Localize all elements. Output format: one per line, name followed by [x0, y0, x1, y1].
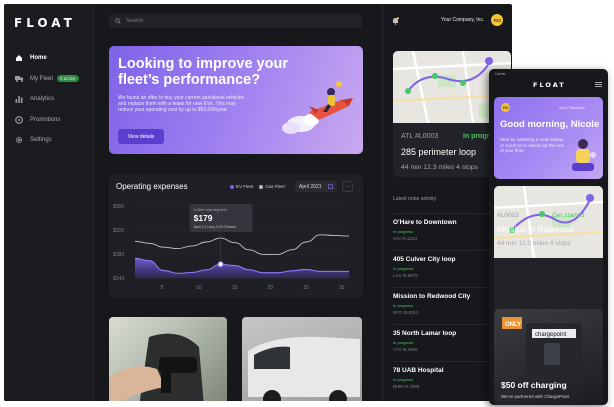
sidebar-item-my-fleet[interactable]: My Fleet 5 active [10, 69, 92, 89]
activity-title: O'Hare to Downtown [393, 219, 457, 226]
menu-icon[interactable] [595, 82, 602, 87]
avatar[interactable]: YCI [501, 103, 510, 112]
expenses-chart[interactable]: $360 $320 $180 $140 5 10 15 20 25 30 In fleet cost… [109, 174, 363, 298]
van-image [248, 336, 360, 401]
desktop-app: FLOAT Home My Fleet 5 active Analytics P… [4, 4, 512, 401]
mobile-app: Carrier FLOAT YCI San Francisco Good mor… [489, 69, 608, 405]
activity-status: In progress [393, 340, 414, 345]
promo-banner: Looking to improve your fleet’s performa… [109, 46, 363, 154]
y-tick-label: $140 [113, 276, 124, 282]
get-started-link[interactable]: Get started [552, 212, 584, 219]
x-tick-label: 15 [232, 285, 238, 291]
activity-code: CHI #L1234 [393, 236, 418, 241]
avatar[interactable]: YCI [491, 14, 503, 26]
activity-code: ATX #L3456 [393, 347, 418, 352]
promo-body: We found an offer to buy your current ga… [118, 95, 244, 114]
charging-station-image: ONLY chargepoint [502, 317, 582, 375]
route-name: Mission to Redwood [497, 224, 574, 234]
charging-promo-card[interactable]: ONLY chargepoint $50 off charging We've … [494, 309, 603, 405]
greeting-card: YCI San Francisco Good morning, Nicole S… [494, 97, 603, 179]
x-tick-label: 10 [196, 285, 202, 291]
sidebar-item-analytics[interactable]: Analytics [10, 89, 92, 109]
rocket-rider-illustration [282, 81, 353, 134]
city-label[interactable]: San Francisco [559, 105, 585, 110]
search-icon [115, 18, 121, 24]
y-tick-label: $180 [113, 252, 124, 258]
sidebar: FLOAT Home My Fleet 5 active Analytics P… [4, 4, 94, 401]
greeting-body: Start by selecting a route below, or scr… [500, 137, 564, 153]
y-tick-label: $320 [113, 228, 124, 234]
sidebar-item-label: Promotions [30, 116, 61, 123]
hover-point [217, 261, 224, 268]
company-name[interactable]: Your Company, Inc. [441, 17, 484, 23]
activity-code: LAX #L5678 [393, 273, 418, 278]
sidebar-item-label: Home [30, 55, 47, 61]
operating-expenses-card: Operating expenses EV Fleet Gas Fleet Ap… [109, 174, 363, 298]
route-id: ATL #L0003 [401, 133, 439, 140]
tooltip-sub: In fleet cost segment [194, 208, 227, 212]
search-placeholder: Search [126, 18, 144, 24]
sidebar-item-promotions[interactable]: Promotions [10, 110, 92, 130]
activity-status: In progress [393, 229, 414, 234]
sidebar-item-label: Settings [30, 137, 52, 143]
app-logo[interactable]: FLOAT [14, 16, 76, 30]
charge-offer-sub: We've partnered with ChargePoint [501, 394, 570, 399]
x-tick-label: 25 [303, 285, 309, 291]
route-stats: 44 min 12.3 miles 4 stops [497, 240, 571, 247]
mobile-logo[interactable]: FLOAT [533, 81, 566, 89]
list-item[interactable]: O'Hare to Downtown In progress CHI #L123… [393, 213, 503, 241]
notification-bell-icon[interactable] [392, 17, 399, 25]
x-tick-label: 20 [268, 285, 274, 291]
charge-offer-title: $50 off charging [501, 380, 567, 390]
sidebar-item-settings[interactable]: Settings [10, 130, 92, 150]
activity-code: BHM #L7890 [393, 384, 420, 389]
activity-title: 405 Culver City loop [393, 256, 456, 263]
truck-icon [14, 74, 24, 84]
activity-code: SFO #L9012 [393, 310, 419, 315]
gas-line [134, 234, 350, 255]
activity-status: In progress [393, 303, 414, 308]
bar-chart-icon [14, 94, 24, 104]
status-bar: Carrier [495, 72, 506, 76]
main-content: Search Looking to improve your fleet’s p… [101, 4, 377, 401]
list-item[interactable]: 35 North Lamar loop In progress ATX #L34… [393, 324, 503, 352]
gear-icon [14, 135, 24, 145]
fuel-pump-photo [109, 317, 227, 401]
route-id: #L0003 [497, 212, 519, 219]
activity-status: In progress [393, 266, 414, 271]
activity-heading: Latest route activity [393, 196, 437, 202]
person-illustration [572, 139, 596, 171]
list-item[interactable]: 78 UAB Hospital In progress BHM #L7890 [393, 361, 503, 389]
x-tick-label: 30 [339, 285, 345, 291]
y-tick-label: $360 [113, 204, 124, 210]
charger-sign: chargepoint [535, 332, 567, 338]
list-item[interactable]: Mission to Redwood City In progress SFO … [393, 287, 503, 315]
route-stats: 44 min 12.3 miles 4 stops [401, 164, 479, 171]
search-input[interactable]: Search [109, 14, 362, 28]
delivery-van-photo [242, 317, 362, 401]
activity-title: 35 North Lamar loop [393, 330, 457, 337]
route-map[interactable] [494, 186, 603, 258]
home-icon [14, 53, 24, 63]
tooltip-detail: April 13 | Avg 3 EV Routes [194, 225, 236, 229]
sidebar-item-home[interactable]: Home [10, 48, 92, 68]
greeting-text: Good morning, Nicole [500, 119, 600, 130]
charger-sign-label: ONLY [505, 322, 521, 328]
activity-title: 78 UAB Hospital [393, 367, 444, 374]
tag-icon [14, 115, 24, 125]
activity-status: In progress [393, 377, 414, 382]
sidebar-nav: Home My Fleet 5 active Analytics Promoti… [10, 48, 92, 151]
list-item[interactable]: 405 Culver City loop In progress LAX #L5… [393, 250, 503, 278]
view-details-button[interactable]: View details [118, 129, 164, 144]
tooltip-value: $179 [194, 213, 213, 223]
x-tick-label: 5 [161, 285, 164, 291]
fuel-nozzle-image [109, 333, 204, 401]
route-name: 285 perimeter loop [401, 147, 477, 157]
active-count-badge: 5 active [57, 75, 79, 82]
sidebar-item-label: Analytics [30, 96, 55, 102]
activity-title: Mission to Redwood City [393, 293, 471, 300]
sidebar-item-label: My Fleet [30, 75, 54, 82]
